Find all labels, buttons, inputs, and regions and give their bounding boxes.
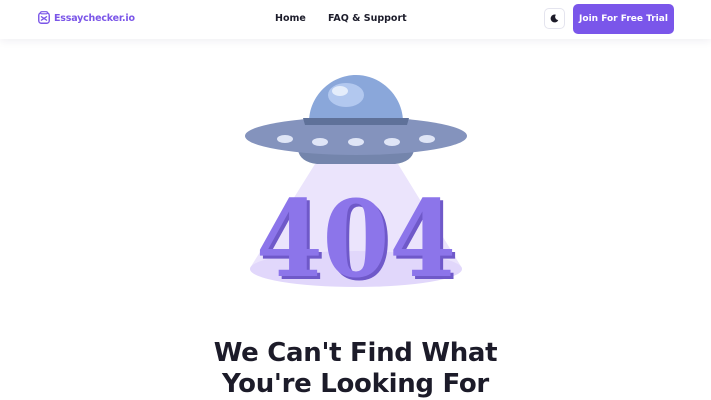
ufo-rim: [303, 118, 409, 125]
moon-icon: [550, 14, 559, 23]
logo-icon: [38, 11, 50, 24]
ufo-dome-shine: [332, 86, 348, 96]
logo-text: Essaychecker.io: [54, 12, 135, 24]
ufo-dome-highlight: [328, 83, 364, 107]
headline-line-1: We Can't Find What: [213, 338, 498, 368]
error-code: 404: [256, 176, 456, 294]
headline-line-2: You're Looking For: [222, 369, 489, 399]
ufo-light: [384, 138, 400, 146]
site-header: Essaychecker.io Home FAQ & Support Join …: [0, 0, 711, 39]
theme-toggle-button[interactable]: [544, 8, 565, 29]
ufo-light: [419, 135, 435, 143]
ufo-illustration: 404 404: [240, 70, 472, 304]
ufo-light: [312, 138, 328, 146]
logo-link[interactable]: Essaychecker.io: [37, 11, 135, 25]
nav-faq-support-link[interactable]: FAQ & Support: [328, 13, 407, 24]
join-free-trial-button[interactable]: Join For Free Trial: [573, 4, 674, 34]
nav-home-link[interactable]: Home: [275, 13, 306, 24]
ufo-light: [348, 138, 364, 146]
ufo-light: [277, 135, 293, 143]
page-headline: We Can't Find What You're Looking For: [0, 338, 711, 400]
